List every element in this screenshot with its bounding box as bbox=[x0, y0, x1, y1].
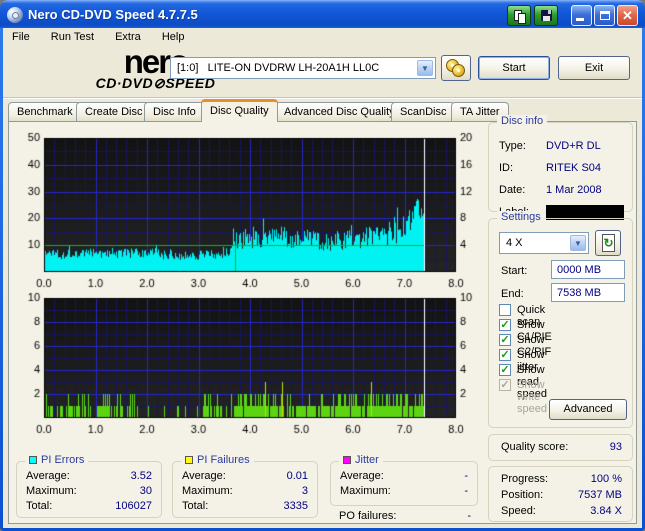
start-label: Start: bbox=[501, 265, 528, 277]
advanced-button[interactable]: Advanced bbox=[549, 399, 627, 420]
stat-row: Maximum: - bbox=[340, 485, 468, 497]
progress-row: Progress: 100 % bbox=[501, 473, 622, 485]
stat-row: Maximum: 30 bbox=[26, 485, 152, 497]
end-input[interactable]: 7538 MB bbox=[551, 283, 625, 302]
start-input[interactable]: 0000 MB bbox=[551, 260, 625, 279]
disc-id-row: ID: RITEK S04 bbox=[499, 162, 602, 174]
drive-select-value: [1:0] LITE-ON DVDRW LH-20A1H LL0C bbox=[177, 62, 380, 74]
jitter-title: Jitter bbox=[355, 454, 379, 466]
start-button[interactable]: Start bbox=[478, 56, 550, 80]
maximize-button[interactable] bbox=[594, 5, 615, 26]
header-separator bbox=[3, 97, 642, 99]
copy-icon bbox=[518, 13, 526, 24]
stat-row: Average: - bbox=[340, 470, 468, 482]
quality-score-row: Quality score: 93 bbox=[501, 441, 622, 453]
pi-errors-group: PI Errors Average: 3.52 Maximum: 30 Total:… bbox=[16, 454, 162, 518]
save-button[interactable] bbox=[534, 5, 558, 26]
chevron-down-icon[interactable]: ▼ bbox=[417, 60, 433, 76]
menu-run-test[interactable]: Run Test bbox=[42, 28, 103, 43]
pi-failures-group: PI Failures Average: 0.01 Maximum: 3 Total… bbox=[172, 454, 318, 518]
tab-disc-quality[interactable]: Disc Quality bbox=[201, 99, 278, 122]
menu-extra[interactable]: Extra bbox=[106, 28, 150, 43]
tab-create-disc[interactable]: Create Disc bbox=[76, 102, 152, 121]
disc-type-row: Type: DVD+R DL bbox=[499, 140, 601, 152]
chevron-down-icon[interactable]: ▼ bbox=[570, 235, 586, 251]
app-window: Nero CD-DVD Speed 4.7.7.5 ✕ File Run Tes… bbox=[0, 0, 645, 531]
tab-benchmark[interactable]: Benchmark bbox=[8, 102, 82, 121]
position-row: Position: 7537 MB bbox=[501, 489, 622, 501]
stat-row: Total: 3335 bbox=[182, 500, 308, 512]
check-icon: ✓ bbox=[499, 364, 511, 376]
minimize-icon bbox=[576, 18, 584, 21]
check-icon: ✓ bbox=[499, 349, 511, 361]
scan-speed-select[interactable]: 4 X ▼ bbox=[499, 232, 589, 254]
pi-errors-chart bbox=[14, 130, 478, 290]
eject-discs-button[interactable] bbox=[441, 55, 471, 81]
menu-help[interactable]: Help bbox=[153, 28, 194, 43]
stat-row: Maximum: 3 bbox=[182, 485, 308, 497]
check-icon: ✓ bbox=[499, 379, 511, 391]
progress-group: Progress: 100 % Position: 7537 MB Speed: 3.… bbox=[488, 466, 633, 522]
check-icon: ✓ bbox=[499, 319, 511, 331]
disc-info-title: Disc info bbox=[497, 115, 548, 127]
refresh-icon: ↻ bbox=[602, 234, 615, 252]
menu-bar: File Run Test Extra Help bbox=[3, 28, 642, 47]
pi-errors-swatch-icon bbox=[29, 456, 37, 464]
close-button[interactable]: ✕ bbox=[617, 5, 638, 26]
check-icon: ✓ bbox=[499, 334, 511, 346]
tab-advanced-disc-quality[interactable]: Advanced Disc Quality bbox=[275, 102, 404, 121]
pi-failures-swatch-icon bbox=[185, 456, 193, 464]
burner-discs-icon bbox=[452, 64, 465, 77]
disc-date-row: Date: 1 Mar 2008 bbox=[499, 184, 602, 196]
quality-score-group: Quality score: 93 bbox=[488, 434, 633, 461]
maximize-icon bbox=[600, 11, 610, 20]
quality-score-value: 93 bbox=[609, 441, 622, 453]
stat-row: Total: 106027 bbox=[26, 500, 152, 512]
menu-file[interactable]: File bbox=[3, 28, 39, 43]
title-bar[interactable]: Nero CD-DVD Speed 4.7.7.5 ✕ bbox=[0, 0, 645, 28]
app-disc-icon bbox=[7, 7, 23, 23]
disc-info-group: Disc info Type: DVD+R DL ID: RITEK S04 Dat… bbox=[488, 115, 633, 220]
save-icon bbox=[541, 10, 552, 21]
copy-button[interactable] bbox=[507, 5, 531, 26]
jitter-swatch-icon bbox=[343, 456, 351, 464]
pi-failures-chart bbox=[14, 292, 478, 438]
check-icon bbox=[499, 304, 511, 316]
end-label: End: bbox=[501, 288, 524, 300]
window-title: Nero CD-DVD Speed 4.7.7.5 bbox=[28, 7, 198, 22]
pi-failures-title: PI Failures bbox=[197, 454, 250, 466]
settings-title: Settings bbox=[497, 211, 545, 223]
client-area: File Run Test Extra Help nero CD·DVD⊘SPE… bbox=[3, 28, 642, 528]
pi-errors-title: PI Errors bbox=[41, 454, 85, 466]
stat-row: Average: 3.52 bbox=[26, 470, 152, 482]
minimize-button[interactable] bbox=[571, 5, 592, 26]
refresh-button[interactable]: ↻ bbox=[595, 230, 621, 256]
speed-row: Speed: 3.84 X bbox=[501, 505, 622, 517]
tab-scandisc[interactable]: ScanDisc bbox=[391, 102, 456, 121]
drive-select[interactable]: [1:0] LITE-ON DVDRW LH-20A1H LL0C ▼ bbox=[170, 57, 436, 79]
exit-button[interactable]: Exit bbox=[558, 56, 630, 80]
settings-group: Settings 4 X ▼ ↻ Start: 0000 MB End: 753… bbox=[488, 211, 633, 428]
jitter-group: Jitter Average: - Maximum: - bbox=[330, 454, 478, 506]
stat-row: Average: 0.01 bbox=[182, 470, 308, 482]
po-failures-row: PO failures: - bbox=[339, 510, 471, 522]
scan-speed-value: 4 X bbox=[506, 237, 523, 249]
tab-disc-info[interactable]: Disc Info bbox=[144, 102, 205, 121]
